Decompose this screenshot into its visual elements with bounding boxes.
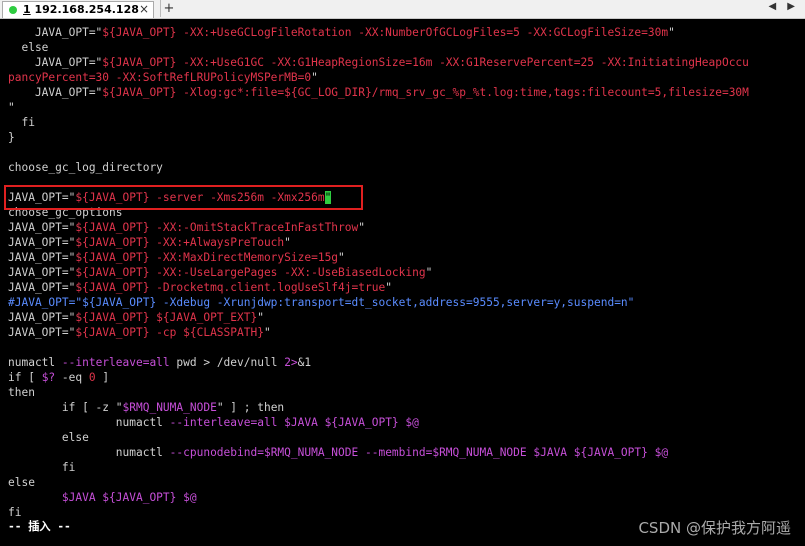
vim-mode-status: -- 插入 -- — [8, 520, 71, 533]
code-token: " ] ; then — [216, 401, 285, 414]
code-token: ${JAVA_OPT} ${JAVA_OPT_EXT} — [75, 311, 258, 324]
code-token: choose_gc_log_directory — [8, 161, 163, 174]
code-line: if [ $? -eq 0 ] — [8, 370, 109, 385]
code-token: } — [8, 131, 15, 144]
tab-scroll-arrows-icon[interactable]: ◀ ▶ — [768, 1, 799, 12]
code-token: JAVA_OPT=" — [8, 251, 76, 264]
code-token: $RMQ_NUMA_NODE — [122, 401, 217, 414]
code-token: --interleave=all — [61, 356, 170, 369]
code-token: then — [8, 386, 35, 399]
code-line: pancyPercent=30 -XX:SoftRefLRUPolicyMSPe… — [8, 70, 318, 85]
code-token: ${JAVA_OPT} -XX:-OmitStackTraceInFastThr… — [75, 221, 359, 234]
code-token: " — [358, 221, 365, 234]
new-tab-button[interactable]: + — [160, 0, 177, 17]
code-line: JAVA_OPT="${JAVA_OPT} ${JAVA_OPT_EXT}" — [8, 310, 264, 325]
connection-status-icon — [9, 6, 17, 14]
code-token: " — [257, 311, 264, 324]
code-token: ${JAVA_OPT} -Drocketmq.client.logUseSlf4… — [75, 281, 386, 294]
code-line: else — [8, 40, 48, 55]
code-line: } — [8, 130, 15, 145]
code-token: JAVA_OPT=" — [8, 326, 76, 339]
code-line: JAVA_OPT="${JAVA_OPT} -cp ${CLASSPATH}" — [8, 325, 271, 340]
code-token: JAVA_OPT=" — [8, 56, 103, 69]
code-token: " — [425, 266, 433, 279]
code-line: numactl --cpunodebind=$RMQ_NUMA_NODE --m… — [8, 445, 668, 460]
code-token: JAVA_OPT=" — [8, 311, 76, 324]
code-line: " — [8, 100, 15, 115]
code-token: fi — [8, 461, 76, 474]
code-token: " — [263, 326, 271, 339]
code-token: $? — [41, 371, 56, 384]
close-icon[interactable]: × — [139, 2, 149, 16]
code-token: " — [668, 26, 675, 39]
tab-host: 192.168.254.128 — [34, 3, 139, 16]
code-line: #JAVA_OPT="${JAVA_OPT} -Xdebug -Xrunjdwp… — [8, 295, 634, 310]
highlight-box — [4, 185, 363, 210]
terminal-area[interactable]: JAVA_OPT="${JAVA_OPT} -XX:+UseGCLogFileR… — [0, 21, 805, 546]
code-line: JAVA_OPT="${JAVA_OPT} -XX:+AlwaysPreTouc… — [8, 235, 291, 250]
code-line: JAVA_OPT="${JAVA_OPT} -XX:+UseGCLogFileR… — [8, 25, 675, 40]
code-token: ] — [95, 371, 110, 384]
code-token: &1 — [297, 356, 312, 369]
code-token: " — [8, 101, 15, 114]
code-line: fi — [8, 460, 75, 475]
code-line: JAVA_OPT="${JAVA_OPT} -Drocketmq.client.… — [8, 280, 392, 295]
code-token: 0 — [88, 371, 96, 384]
code-line: if [ -z "$RMQ_NUMA_NODE" ] ; then — [8, 400, 284, 415]
code-token: fi — [8, 116, 35, 129]
code-token: --cpunodebind=$RMQ_NUMA_NODE --membind=$… — [169, 446, 669, 459]
tab-number: 1 — [23, 3, 31, 16]
code-token: ${JAVA_OPT} -XX:+UseGCLogFileRotation -X… — [102, 26, 669, 39]
tab-bar: 1 192.168.254.128 × + ◀ ▶ — [0, 0, 805, 19]
code-token: else — [8, 476, 35, 489]
code-line: $JAVA ${JAVA_OPT} $@ — [8, 490, 197, 505]
code-line: JAVA_OPT="${JAVA_OPT} -Xlog:gc*:file=${G… — [8, 85, 749, 100]
code-line: JAVA_OPT="${JAVA_OPT} -XX:+UseG1GC -XX:G… — [8, 55, 749, 70]
code-token: pwd > /dev/null — [169, 356, 285, 369]
code-token: JAVA_OPT=" — [8, 236, 76, 249]
tab-label: 1 192.168.254.128 — [23, 3, 139, 16]
code-token: numactl — [8, 446, 170, 459]
code-line: JAVA_OPT="${JAVA_OPT} -XX:MaxDirectMemor… — [8, 250, 345, 265]
code-token: ${JAVA_OPT} -cp ${CLASSPATH} — [75, 326, 264, 339]
code-token: 2> — [284, 356, 298, 369]
code-line: JAVA_OPT="${JAVA_OPT} -XX:-OmitStackTrac… — [8, 220, 365, 235]
code-token: JAVA_OPT=" — [8, 221, 76, 234]
code-token: ${JAVA_OPT} -XX:-UseLargePages -XX:-UseB… — [75, 266, 426, 279]
code-token: JAVA_OPT=" — [8, 86, 103, 99]
code-line: JAVA_OPT="${JAVA_OPT} -XX:-UseLargePages… — [8, 265, 432, 280]
tab-session[interactable]: 1 192.168.254.128 × — [2, 1, 154, 18]
code-token: numactl — [8, 416, 170, 429]
code-token: #JAVA_OPT="${JAVA_OPT} -Xdebug -Xrunjdwp… — [8, 296, 635, 309]
code-token: ${JAVA_OPT} -Xlog:gc*:file=${GC_LOG_DIR}… — [102, 86, 749, 99]
code-token: " — [311, 71, 318, 84]
code-token: numactl — [8, 356, 62, 369]
code-token: JAVA_OPT=" — [8, 266, 76, 279]
code-token: if [ -z " — [8, 401, 123, 414]
code-token: if [ — [8, 371, 42, 384]
code-line: fi — [8, 115, 35, 130]
watermark: CSDN @保护我方阿遥 — [638, 519, 791, 537]
code-line: else — [8, 475, 35, 490]
code-token: ${JAVA_OPT} -XX:MaxDirectMemorySize=15g — [75, 251, 339, 264]
code-token: ${JAVA_OPT} -XX:+UseG1GC -XX:G1HeapRegio… — [102, 56, 749, 69]
code-token: JAVA_OPT=" — [8, 26, 103, 39]
code-token: else — [8, 41, 49, 54]
code-token: ${JAVA_OPT} -XX:+AlwaysPreTouch — [75, 236, 285, 249]
code-token: pancyPercent=30 -XX:SoftRefLRUPolicyMSPe… — [8, 71, 312, 84]
code-token: " — [385, 281, 392, 294]
code-token: --interleave=all $JAVA ${JAVA_OPT} $@ — [169, 416, 419, 429]
code-line: then — [8, 385, 35, 400]
code-line: numactl --interleave=all $JAVA ${JAVA_OP… — [8, 415, 419, 430]
code-token: -eq — [55, 371, 89, 384]
code-token: JAVA_OPT=" — [8, 281, 76, 294]
code-line: choose_gc_log_directory — [8, 160, 163, 175]
code-line: numactl --interleave=all pwd > /dev/null… — [8, 355, 311, 370]
code-token: $JAVA ${JAVA_OPT} $@ — [8, 491, 197, 504]
code-token: " — [284, 236, 291, 249]
code-line: else — [8, 430, 89, 445]
code-token: else — [8, 431, 89, 444]
code-token: " — [338, 251, 345, 264]
